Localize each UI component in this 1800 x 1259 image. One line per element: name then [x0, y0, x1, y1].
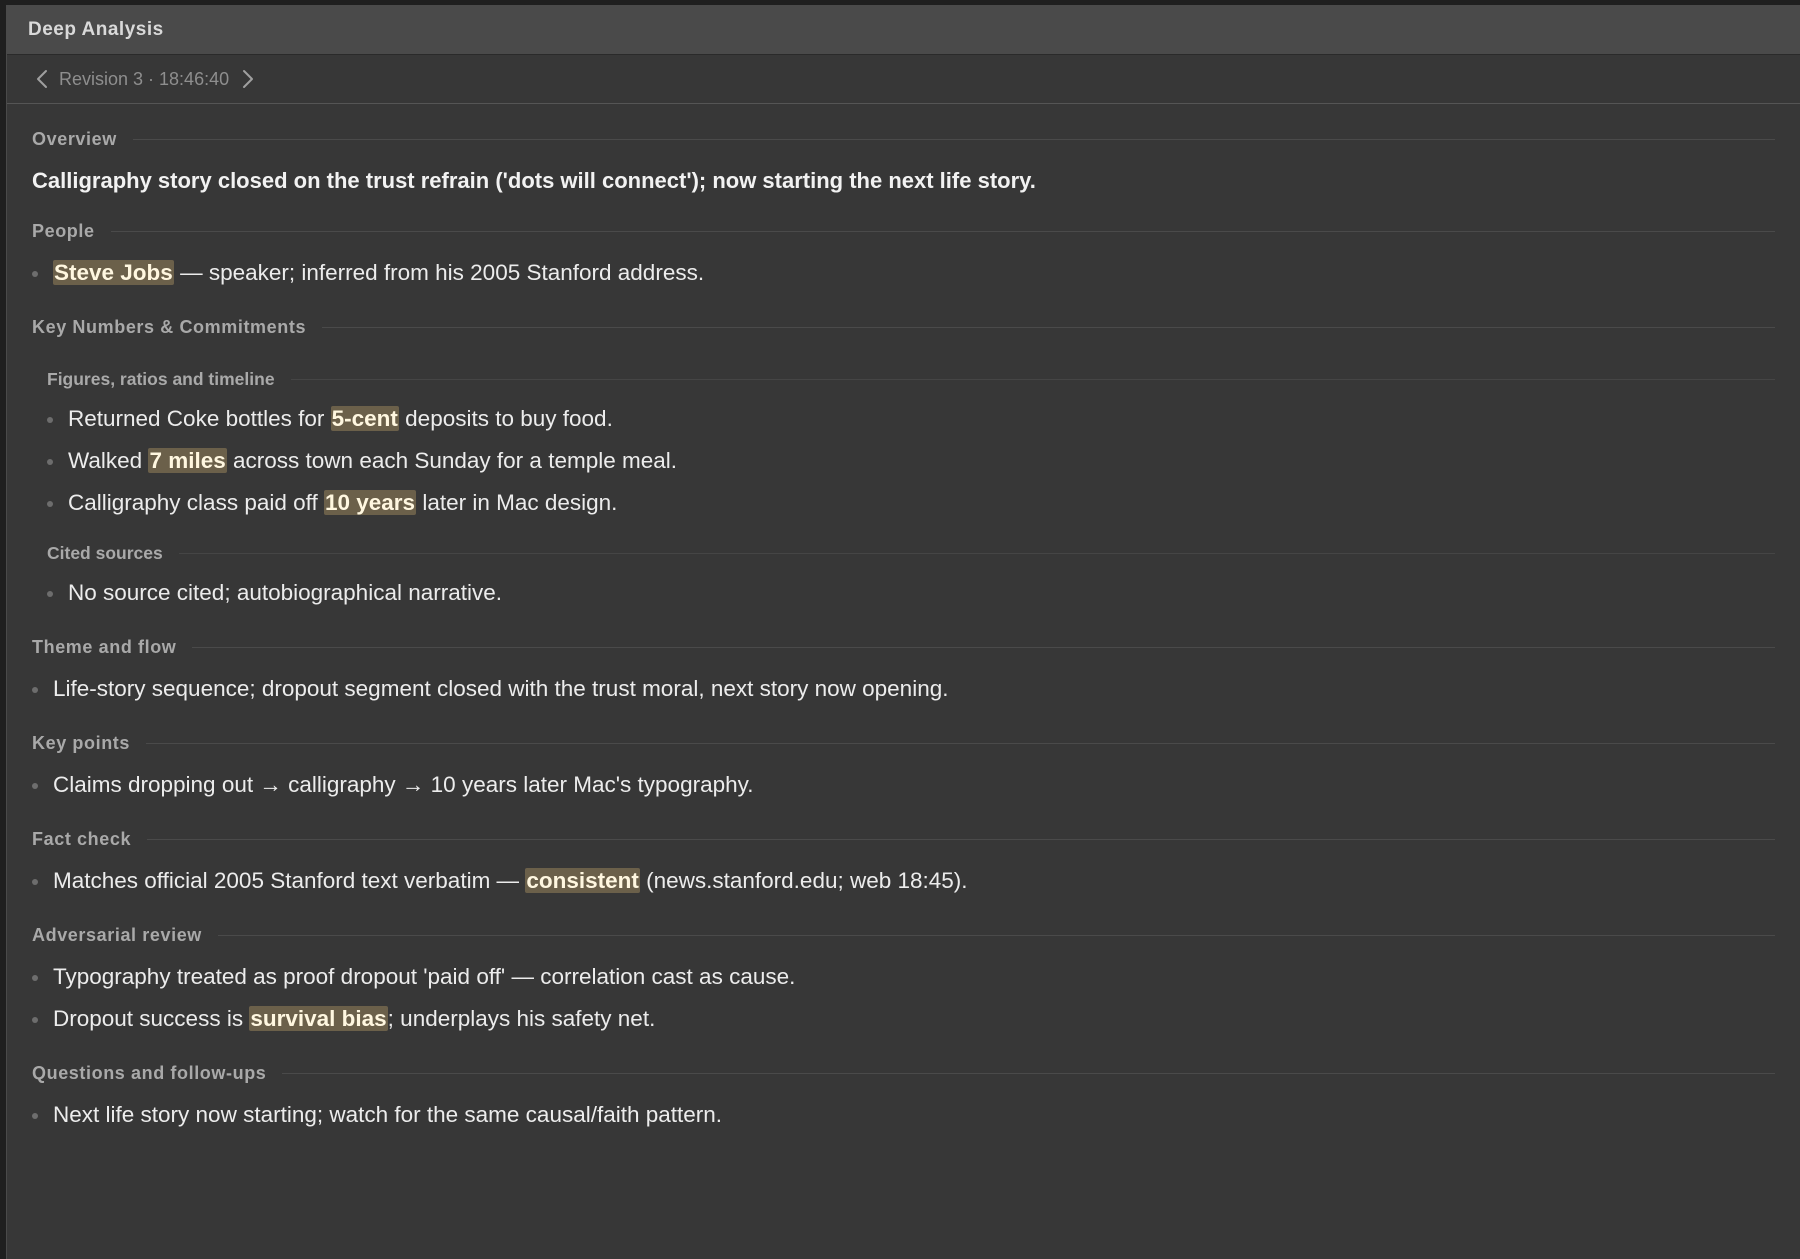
highlight: 7 miles — [148, 448, 227, 473]
section-divider — [110, 230, 1775, 232]
subsection-heading: Figures, ratios and timeline — [47, 368, 275, 389]
highlight: 5-cent — [330, 406, 399, 431]
section-heading: Questions and follow-ups — [32, 1062, 267, 1083]
next-revision-button[interactable] — [237, 66, 259, 92]
item-text: later in Mac design. — [416, 490, 618, 515]
item-text: Returned Coke bottles for — [68, 406, 331, 431]
item-text: Typography treated as proof dropout 'pai… — [53, 964, 796, 989]
section-heading: Key points — [32, 732, 131, 753]
section-key-numbers: Key Numbers & Commitments — [32, 312, 1775, 342]
list-item: Next life story now starting; watch for … — [32, 1094, 1775, 1136]
section-heading: Overview — [32, 128, 117, 149]
revision-navigator: Revision 3 · 18:46:40 — [7, 55, 1800, 104]
list-item: Returned Coke bottles for 5-cent deposit… — [32, 398, 1775, 440]
fact-check-list: Matches official 2005 Stanford text verb… — [32, 860, 1775, 902]
list-item: Calligraphy class paid off 10 years late… — [32, 482, 1775, 524]
item-text: (news.stanford.edu; web 18:45). — [639, 868, 968, 893]
section-adversarial-review: Adversarial review — [32, 920, 1775, 950]
adversarial-list: Typography treated as proof dropout 'pai… — [32, 956, 1775, 1040]
chevron-left-icon — [37, 70, 47, 88]
theme-list: Life-story sequence; dropout segment clo… — [32, 668, 1775, 710]
section-divider — [132, 138, 1775, 140]
item-text: — speaker; inferred from his 2005 Stanfo… — [173, 260, 705, 285]
list-item: Matches official 2005 Stanford text verb… — [32, 860, 1775, 902]
key-points-list: Claims dropping out → calligraphy → 10 y… — [32, 764, 1775, 806]
item-text: Calligraphy class paid off — [68, 490, 324, 515]
section-divider — [322, 326, 1775, 328]
highlight: Steve Jobs — [53, 260, 174, 285]
list-item: Claims dropping out → calligraphy → 10 y… — [32, 764, 1775, 806]
previous-revision-button[interactable] — [31, 66, 53, 92]
section-divider — [282, 1072, 1775, 1074]
highlight: 10 years — [323, 490, 417, 515]
overview-text: Calligraphy story closed on the trust re… — [32, 168, 1036, 193]
item-text: Dropout success is — [53, 1006, 250, 1031]
section-heading: Theme and flow — [32, 636, 177, 657]
section-divider — [147, 838, 1775, 840]
section-people: People — [32, 216, 1775, 246]
section-key-points: Key points — [32, 728, 1775, 758]
subsection-cited-sources: Cited sources — [32, 538, 1775, 568]
subsection-heading: Cited sources — [47, 542, 163, 563]
chevron-right-icon — [243, 70, 254, 88]
section-overview: Overview — [32, 124, 1775, 154]
analysis-content[interactable]: Overview Calligraphy story closed on the… — [7, 104, 1800, 1136]
subsection-divider — [290, 378, 1775, 380]
item-text: ; underplays his safety net. — [387, 1006, 656, 1031]
item-text: Walked — [68, 448, 149, 473]
section-heading: Key Numbers & Commitments — [32, 316, 307, 337]
list-item: No source cited; autobiographical narrat… — [32, 572, 1775, 614]
sources-list: No source cited; autobiographical narrat… — [32, 572, 1775, 614]
item-text: across town each Sunday for a temple mea… — [226, 448, 677, 473]
section-heading: People — [32, 220, 95, 241]
item-text: Matches official 2005 Stanford text verb… — [53, 868, 526, 893]
section-questions: Questions and follow-ups — [32, 1058, 1775, 1088]
list-item: Dropout success is survival bias; underp… — [32, 998, 1775, 1040]
deep-analysis-panel: Deep Analysis Revision 3 · 18:46:40 Over… — [6, 5, 1800, 1259]
highlight: survival bias — [249, 1006, 388, 1031]
item-text: deposits to buy food. — [398, 406, 613, 431]
section-divider — [217, 934, 1775, 936]
list-item: Typography treated as proof dropout 'pai… — [32, 956, 1775, 998]
subsection-divider — [178, 552, 1775, 554]
questions-list: Next life story now starting; watch for … — [32, 1094, 1775, 1136]
section-heading: Adversarial review — [32, 924, 202, 945]
revision-label: Revision 3 · 18:46:40 — [59, 68, 230, 89]
panel-titlebar: Deep Analysis — [7, 5, 1800, 55]
section-fact-check: Fact check — [32, 824, 1775, 854]
section-divider — [192, 646, 1775, 648]
highlight: consistent — [525, 868, 640, 893]
panel-title: Deep Analysis — [28, 18, 164, 40]
people-list: Steve Jobs — speaker; inferred from his … — [32, 252, 1775, 294]
subsection-figures: Figures, ratios and timeline — [32, 364, 1775, 394]
list-item: Life-story sequence; dropout segment clo… — [32, 668, 1775, 710]
figures-list: Returned Coke bottles for 5-cent deposit… — [32, 398, 1775, 524]
list-item: Steve Jobs — speaker; inferred from his … — [32, 252, 1775, 294]
section-heading: Fact check — [32, 828, 132, 849]
list-item: Walked 7 miles across town each Sunday f… — [32, 440, 1775, 482]
section-theme-and-flow: Theme and flow — [32, 632, 1775, 662]
section-divider — [146, 742, 1775, 744]
